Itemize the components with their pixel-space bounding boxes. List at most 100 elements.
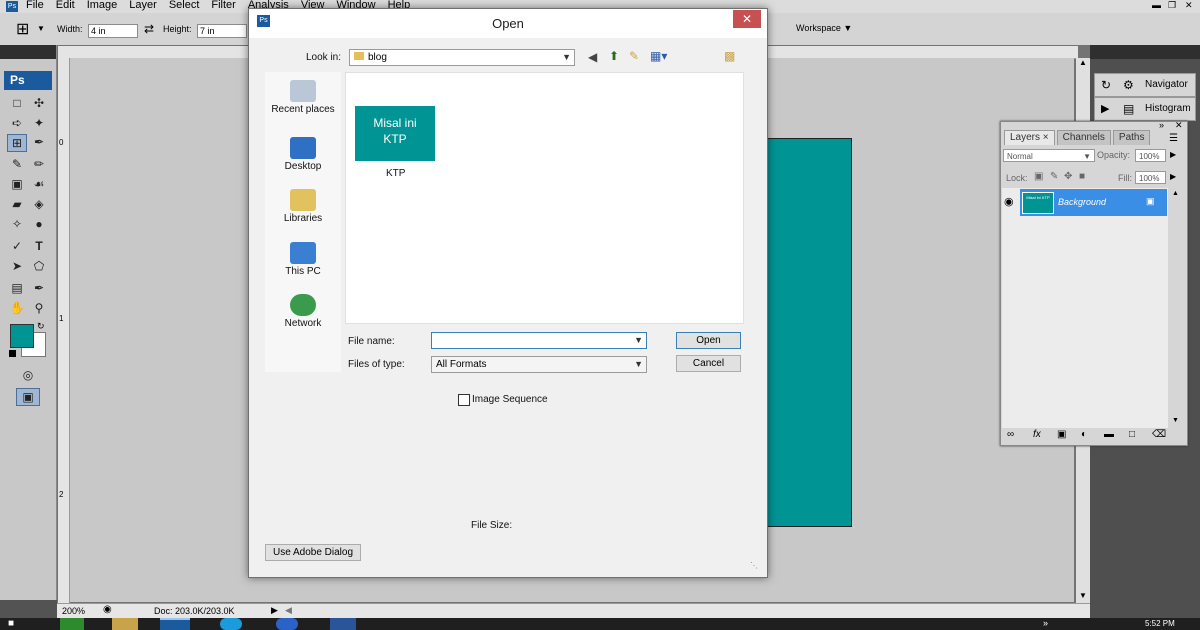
image-sequence-label[interactable]: Image Sequence xyxy=(472,394,548,405)
lasso-tool-icon[interactable]: ➪ xyxy=(8,115,26,131)
pen-tool-icon[interactable]: ✓ xyxy=(8,238,26,254)
history-brush-icon[interactable]: ☙ xyxy=(30,176,48,192)
taskbar-skype-icon[interactable] xyxy=(220,618,242,630)
place-network[interactable]: Network xyxy=(265,294,341,329)
zoom-level[interactable]: 200% xyxy=(62,606,85,616)
scroll-left-icon[interactable]: ◀ xyxy=(285,605,292,616)
lock-transparency-icon[interactable]: ▣ xyxy=(1034,171,1043,182)
link-layers-icon[interactable]: ∞ xyxy=(1007,429,1014,440)
notes-tool-icon[interactable]: ▤ xyxy=(8,280,26,296)
lock-position-icon[interactable]: ✥ xyxy=(1064,171,1072,182)
swap-colors-icon[interactable]: ↻ xyxy=(37,321,45,332)
blur-tool-icon[interactable]: ✧ xyxy=(8,216,26,232)
document-image[interactable] xyxy=(767,138,852,527)
slice-tool-icon[interactable]: ✒ xyxy=(30,134,48,150)
workspace-menu[interactable]: Workspace ▼ xyxy=(796,23,852,33)
tab-channels[interactable]: Channels xyxy=(1056,130,1111,145)
foreground-color-swatch[interactable] xyxy=(10,324,34,348)
lock-pixels-icon[interactable]: ✎ xyxy=(1050,171,1058,182)
adjustment-layer-icon[interactable]: ◐ xyxy=(1081,429,1087,440)
add-mask-icon[interactable]: ▣ xyxy=(1057,429,1066,440)
opacity-arrow-icon[interactable]: ▶ xyxy=(1170,150,1176,159)
width-input[interactable]: 4 in xyxy=(88,24,138,38)
file-item-name[interactable]: KTP xyxy=(386,168,405,179)
use-adobe-dialog-button[interactable]: Use Adobe Dialog xyxy=(265,544,361,561)
menu-image[interactable]: Image xyxy=(87,0,118,11)
screen-mode-icon[interactable]: ▣ xyxy=(16,388,40,406)
scroll-down-icon[interactable]: ▼ xyxy=(1079,591,1087,600)
magic-wand-icon[interactable]: ✦ xyxy=(30,115,48,131)
open-button[interactable]: Open xyxy=(676,332,741,349)
files-of-type-select[interactable]: All Formats ▼ xyxy=(431,356,647,373)
place-desktop[interactable]: Desktop xyxy=(265,137,341,172)
tab-paths[interactable]: Paths xyxy=(1112,130,1151,145)
minimize-icon[interactable]: ▬ xyxy=(1152,0,1161,10)
brush-tool-icon[interactable]: ✏ xyxy=(30,156,48,172)
lock-all-icon[interactable]: ■ xyxy=(1079,171,1085,182)
restore-icon[interactable]: ❐ xyxy=(1168,0,1176,11)
type-tool-icon[interactable]: T xyxy=(30,238,48,254)
marquee-tool-icon[interactable]: □ xyxy=(8,95,26,111)
new-layer-icon[interactable]: □ xyxy=(1129,429,1135,440)
view-menu-icon[interactable]: ▦▾ xyxy=(650,49,667,63)
menu-edit[interactable]: Edit xyxy=(56,0,75,11)
fill-arrow-icon[interactable]: ▶ xyxy=(1170,172,1176,181)
menu-select[interactable]: Select xyxy=(169,0,200,11)
eraser-tool-icon[interactable]: ▰ xyxy=(8,196,26,212)
crop-tool-icon[interactable]: ⊞ xyxy=(16,19,29,39)
tab-layers[interactable]: Layers × xyxy=(1004,130,1055,145)
crop-tool-icon[interactable]: ⊞ xyxy=(7,134,27,152)
windows-start-icon[interactable]: ■ xyxy=(8,618,14,629)
taskbar-browser-icon[interactable] xyxy=(276,618,298,630)
menu-file[interactable]: File xyxy=(26,0,44,11)
status-icon[interactable]: ◉ xyxy=(103,604,112,615)
layer-style-icon[interactable]: fx xyxy=(1033,429,1041,440)
scroll-up-icon[interactable]: ▲ xyxy=(1079,58,1087,67)
new-folder-icon[interactable]: ✎ xyxy=(629,49,639,63)
place-this-pc[interactable]: This PC xyxy=(265,242,341,277)
layers-scroll-down-icon[interactable]: ▼ xyxy=(1172,417,1179,424)
panel-collapse-icon[interactable]: » xyxy=(1159,120,1164,130)
tray-expand-icon[interactable]: » xyxy=(1043,618,1048,628)
navigator-panel-button[interactable]: ↻ ⚙ Navigator xyxy=(1094,73,1196,97)
cancel-button[interactable]: Cancel xyxy=(676,355,741,372)
look-in-select[interactable]: blog ▼ xyxy=(349,49,575,66)
clone-stamp-icon[interactable]: ▣ xyxy=(8,176,26,192)
eyedropper-icon[interactable]: ✒ xyxy=(30,280,48,296)
hand-tool-icon[interactable]: ✋ xyxy=(8,300,26,316)
resize-grip-icon[interactable]: ⋱ xyxy=(750,561,758,570)
paint-bucket-icon[interactable]: ◈ xyxy=(30,196,48,212)
folder-options-icon[interactable]: ▩ xyxy=(724,49,735,63)
panel-close-icon[interactable]: ✕ xyxy=(1175,120,1183,131)
status-menu-arrow-icon[interactable]: ▶ xyxy=(271,605,278,616)
up-folder-icon[interactable]: ⬆ xyxy=(609,49,619,63)
back-icon[interactable]: ◀ xyxy=(588,50,597,64)
default-colors-icon[interactable] xyxy=(9,350,16,357)
layers-scroll-up-icon[interactable]: ▲ xyxy=(1172,190,1179,197)
panel-menu-icon[interactable]: ☰ xyxy=(1169,133,1178,144)
taskbar-word-icon[interactable] xyxy=(330,618,356,630)
taskbar-clock[interactable]: 5:52 PM xyxy=(1145,619,1175,628)
dodge-tool-icon[interactable]: ● xyxy=(30,216,48,232)
quick-mask-icon[interactable]: ◎ xyxy=(19,367,37,383)
taskbar-photoshop-icon[interactable] xyxy=(160,618,190,630)
swap-dimensions-icon[interactable]: ⇄ xyxy=(144,22,154,36)
layer-visibility-eye-icon[interactable]: ◉ xyxy=(1004,195,1014,208)
opacity-input[interactable]: 100% xyxy=(1135,149,1166,162)
healing-brush-icon[interactable]: ✎ xyxy=(8,156,26,172)
place-libraries[interactable]: Libraries xyxy=(265,189,341,224)
taskbar-app-icon[interactable] xyxy=(60,618,84,630)
delete-layer-icon[interactable]: ⌫ xyxy=(1152,429,1166,440)
height-input[interactable]: 7 in xyxy=(197,24,247,38)
dialog-close-button[interactable]: ✕ xyxy=(733,10,761,28)
tool-preset-dropdown-icon[interactable]: ▼ xyxy=(37,24,45,33)
zoom-tool-icon[interactable]: ⚲ xyxy=(30,300,48,316)
menu-layer[interactable]: Layer xyxy=(129,0,157,11)
place-recent[interactable]: Recent places xyxy=(265,80,341,115)
image-sequence-checkbox[interactable] xyxy=(458,394,470,406)
close-icon[interactable]: ✕ xyxy=(1185,0,1193,11)
file-thumbnail[interactable]: Misal ini KTP xyxy=(355,106,435,161)
move-tool-icon[interactable]: ✣ xyxy=(30,95,48,111)
histogram-panel-button[interactable]: ▶ ▤ Histogram xyxy=(1094,97,1196,121)
fill-input[interactable]: 100% xyxy=(1135,171,1166,184)
